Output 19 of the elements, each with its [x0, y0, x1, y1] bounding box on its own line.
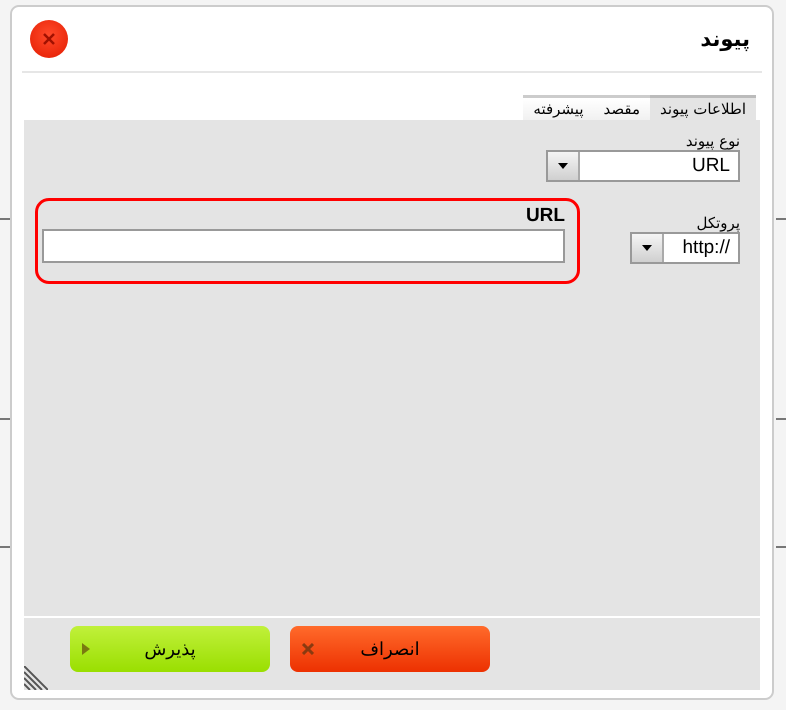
field-label: پروتکل: [695, 214, 740, 232]
tab[interactable]: پیشرفته: [523, 95, 594, 120]
field-label: نوع پیوند: [684, 132, 740, 150]
close-button[interactable]: [30, 20, 68, 58]
resize-grip-icon[interactable]: [24, 666, 48, 690]
protocol-dropdown[interactable]: http://: [630, 232, 740, 264]
play-icon: [82, 643, 90, 655]
dropdown-arrow-icon: [642, 245, 652, 251]
link-type-dropdown[interactable]: URL: [546, 150, 740, 182]
field-label: URL: [524, 205, 565, 227]
url-input-field[interactable]: [42, 229, 565, 263]
cancel-button[interactable]: انصراف: [290, 626, 490, 672]
close-icon: [302, 643, 314, 655]
tab[interactable]: مقصد: [594, 95, 650, 120]
close-icon: [42, 32, 56, 46]
tab[interactable]: اطلاعات پیوند: [650, 95, 756, 120]
ok-button[interactable]: پذیرش: [70, 626, 270, 672]
dialog-title: پیوند: [700, 27, 750, 51]
dropdown-arrow-icon: [558, 163, 568, 169]
